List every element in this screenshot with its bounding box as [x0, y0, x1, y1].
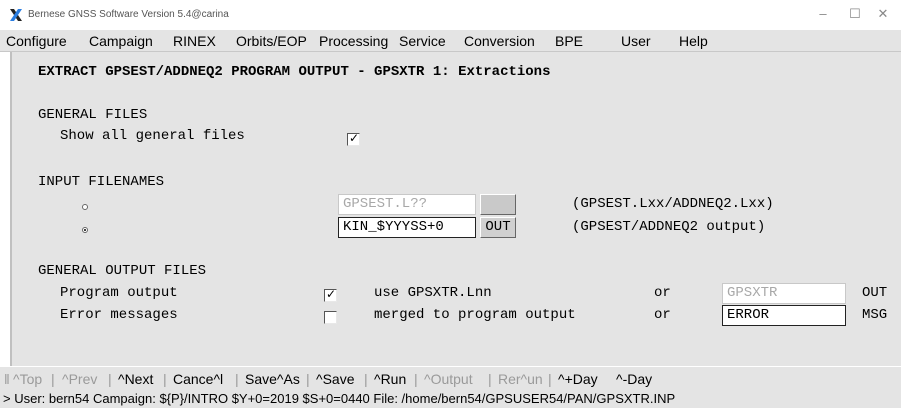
input-radio-out[interactable] [82, 227, 88, 233]
x-window-logo-icon [10, 9, 22, 21]
toolbar-separator: | [364, 371, 368, 387]
show-all-general-files-label: Show all general files [60, 128, 245, 144]
input-panel: EXTRACT GPSEST/ADDNEQ2 PROGRAM OUTPUT - … [10, 52, 901, 366]
error-messages-or: or [654, 307, 671, 323]
checkmark-icon: ✓ [326, 287, 337, 301]
toolbar-separator: | [108, 371, 112, 387]
input-out-field[interactable]: KIN_$YYYSS+0 [338, 217, 476, 238]
minus-day-button[interactable]: ^-Day [616, 371, 652, 387]
menu-campaign[interactable]: Campaign [89, 33, 153, 49]
rerun-button[interactable]: Rer^un [498, 371, 543, 387]
bottom-toolbar: ‖ ^Top | ^Prev | ^Next | Cance^l | Save^… [0, 366, 901, 390]
input-out-browse-button[interactable]: OUT [480, 217, 516, 238]
menu-bpe[interactable]: BPE [555, 33, 583, 49]
next-button[interactable]: ^Next [118, 371, 153, 387]
menu-user[interactable]: User [621, 33, 651, 49]
error-messages-checkbox[interactable] [324, 311, 337, 324]
window-title: Bernese GNSS Software Version 5.4@carina [28, 9, 229, 20]
status-text: > User: bern54 Campaign: ${P}/INTRO $Y+0… [3, 391, 676, 406]
error-messages-field[interactable]: ERROR [722, 305, 846, 326]
program-output-checkbox[interactable]: ✓ [324, 287, 337, 302]
input-radio-lxx[interactable] [82, 204, 88, 210]
prev-button[interactable]: ^Prev [62, 371, 97, 387]
title-bar: Bernese GNSS Software Version 5.4@carina… [0, 0, 901, 30]
toolbar-separator: | [235, 371, 239, 387]
toolbar-separator: | [51, 371, 55, 387]
cancel-button[interactable]: Cance^l [173, 371, 223, 387]
close-icon[interactable]: ✕ [868, 6, 898, 22]
menu-processing[interactable]: Processing [319, 33, 388, 49]
toolbar-separator: | [548, 371, 552, 387]
general-files-title: GENERAL FILES [38, 107, 148, 123]
toolbar-separator: | [163, 371, 167, 387]
input-lxx-description: (GPSEST.Lxx/ADDNEQ2.Lxx) [572, 196, 774, 212]
error-messages-label: Error messages [60, 307, 178, 323]
input-lxx-field[interactable]: GPSEST.L?? [338, 194, 476, 215]
save-as-button[interactable]: Save^As [245, 371, 300, 387]
menu-conversion[interactable]: Conversion [464, 33, 535, 49]
toolbar-separator: | [414, 371, 418, 387]
menu-configure[interactable]: Configure [6, 33, 67, 49]
menu-help[interactable]: Help [679, 33, 708, 49]
input-out-description: (GPSEST/ADDNEQ2 output) [572, 219, 766, 235]
menu-orbits-eop[interactable]: Orbits/EOP [236, 33, 307, 49]
output-files-title: GENERAL OUTPUT FILES [38, 263, 207, 279]
program-output-description: use GPSXTR.Lnn [374, 285, 492, 301]
top-button[interactable]: ^Top [13, 371, 42, 387]
save-button[interactable]: ^Save [316, 371, 354, 387]
maximize-icon[interactable]: ☐ [840, 6, 870, 22]
plus-day-button[interactable]: ^+Day [558, 371, 598, 387]
show-all-general-files-checkbox[interactable]: ✓ [347, 131, 360, 146]
minimize-icon[interactable]: – [808, 6, 838, 21]
toolbar-separator: | [306, 371, 310, 387]
menu-service[interactable]: Service [399, 33, 446, 49]
program-output-ext: OUT [862, 285, 888, 301]
program-output-field[interactable]: GPSXTR [722, 283, 846, 304]
status-bar: > User: bern54 Campaign: ${P}/INTRO $Y+0… [0, 390, 901, 408]
error-messages-ext: MSG [862, 307, 888, 323]
input-lxx-browse-button[interactable] [480, 194, 516, 215]
program-output-label: Program output [60, 285, 178, 301]
checkmark-icon: ✓ [349, 131, 360, 145]
toolbar-grip: ‖ [4, 371, 10, 387]
output-button[interactable]: ^Output [424, 371, 473, 387]
input-filenames-title: INPUT FILENAMES [38, 174, 165, 190]
menu-bar: Configure Campaign RINEX Orbits/EOP Proc… [0, 30, 901, 52]
program-output-or: or [654, 285, 671, 301]
error-messages-description: merged to program output [374, 307, 576, 323]
menu-rinex[interactable]: RINEX [173, 33, 216, 49]
page-title: EXTRACT GPSEST/ADDNEQ2 PROGRAM OUTPUT - … [38, 64, 551, 80]
run-button[interactable]: ^Run [374, 371, 406, 387]
toolbar-separator: | [488, 371, 492, 387]
